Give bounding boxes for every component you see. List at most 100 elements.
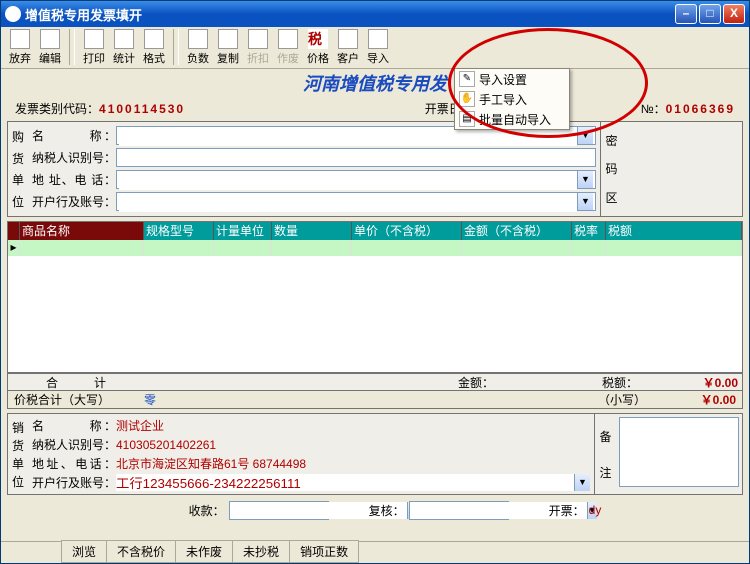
buyer-panel: 购货单位 名 称： ▼ 纳税人识别号： 地 址、电 话： ▼ 开户行及账号： ▼… xyxy=(7,121,743,217)
manual-import-item[interactable]: ✋手工导入 xyxy=(455,89,569,109)
page-title: 河南增值税专用发 xyxy=(1,69,749,100)
abandon-icon xyxy=(10,29,30,49)
password-area xyxy=(622,122,742,216)
seller-panel: 销货单位 名 称：测试企业 纳税人识别号：410305201402261 地址、… xyxy=(7,413,743,495)
window-frame: 增值税专用发票填开 – □ X 放弃 编辑 打印 统计 格式 负数 复制 折扣 … xyxy=(0,0,750,564)
amount-label: 金额： xyxy=(454,374,498,391)
close-button[interactable]: X xyxy=(723,4,745,24)
settings-icon: ✎ xyxy=(459,71,475,87)
memo-side-label: 备注 xyxy=(594,414,616,494)
seller-side-label: 销货单位 xyxy=(8,414,28,494)
code-label: 发票类别代码： xyxy=(15,100,99,117)
negative-icon xyxy=(188,29,208,49)
batch-import-item[interactable]: ▤批量自动导入 xyxy=(455,109,569,129)
buyer-bank-input[interactable]: ▼ xyxy=(116,192,596,211)
tax-value: ￥0.00 xyxy=(682,374,742,391)
col-price[interactable]: 单价（不含税） xyxy=(352,222,462,240)
issuer-value: dy xyxy=(589,503,602,517)
minimize-button[interactable]: – xyxy=(675,4,697,24)
chevron-down-icon[interactable]: ▼ xyxy=(577,193,593,210)
col-rate[interactable]: 税率 xyxy=(572,222,606,240)
bottom-tabs: 浏览 不含税价 未作废 未抄税 销项正数 xyxy=(1,541,749,563)
print-icon xyxy=(84,29,104,49)
customer-icon xyxy=(338,29,358,49)
import-dropdown: ✎导入设置 ✋手工导入 ▤批量自动导入 xyxy=(454,68,570,130)
edit-icon xyxy=(40,29,60,49)
titlebar[interactable]: 增值税专用发票填开 – □ X xyxy=(1,1,749,27)
customer-button[interactable]: 客户 xyxy=(333,29,363,67)
negative-button[interactable]: 负数 xyxy=(183,29,213,67)
window-title: 增值税专用发票填开 xyxy=(25,5,675,24)
col-tax[interactable]: 税额 xyxy=(606,222,742,240)
stat-button[interactable]: 统计 xyxy=(109,29,139,67)
issuer-label: 开票： xyxy=(549,502,585,519)
app-icon xyxy=(5,6,21,22)
invoice-code: 4100114530 xyxy=(99,102,185,116)
total-daxie-row: 价税合计（大写） 零 （小写） ￥0.00 xyxy=(7,391,743,409)
copy-icon xyxy=(218,29,238,49)
stat-icon xyxy=(114,29,134,49)
row-marker-icon: ▸ xyxy=(8,240,20,256)
tab-poscount[interactable]: 销项正数 xyxy=(289,540,359,563)
invoice-info-row: 发票类别代码： 4100114530 开票日 №： 01066369 xyxy=(1,100,749,121)
memo-input[interactable] xyxy=(619,417,739,487)
import-settings-item[interactable]: ✎导入设置 xyxy=(455,69,569,89)
tab-uncopy[interactable]: 未抄税 xyxy=(232,540,290,563)
payee-input[interactable]: ▼ xyxy=(229,501,329,520)
format-icon xyxy=(144,29,164,49)
totals-row: 合 计 金额： 税额： ￥0.00 xyxy=(7,373,743,391)
tab-unvoid[interactable]: 未作废 xyxy=(175,540,233,563)
items-grid[interactable]: 商品名称 规格型号 计量单位 数量 单价（不含税） 金额（不含税） 税率 税额 … xyxy=(7,221,743,373)
col-amount[interactable]: 金额（不含税） xyxy=(462,222,572,240)
discount-button[interactable]: 折扣 xyxy=(243,29,273,67)
buyer-taxid-input[interactable] xyxy=(116,148,596,167)
chevron-down-icon[interactable]: ▼ xyxy=(574,474,590,491)
seller-bank-input[interactable]: ▼ xyxy=(116,474,590,491)
buyer-taxid-label: 纳税人识别号： xyxy=(32,149,116,166)
seller-name: 测试企业 xyxy=(116,417,590,434)
discount-icon xyxy=(248,29,268,49)
void-icon xyxy=(278,29,298,49)
copy-button[interactable]: 复制 xyxy=(213,29,243,67)
col-unit[interactable]: 计量单位 xyxy=(214,222,272,240)
chevron-down-icon[interactable]: ▼ xyxy=(577,171,593,188)
chevron-down-icon[interactable]: ▼ xyxy=(577,127,593,144)
col-spec[interactable]: 规格型号 xyxy=(144,222,214,240)
buyer-addr-label: 地 址、电 话： xyxy=(32,171,116,188)
password-area-label: 密码区 xyxy=(600,122,622,216)
import-button[interactable]: 导入 xyxy=(363,29,393,67)
invoice-no: 01066369 xyxy=(666,102,735,116)
no-label: №： xyxy=(641,100,666,117)
seller-addr-label: 地址、电话： xyxy=(32,455,116,472)
buyer-addr-input[interactable]: ▼ xyxy=(116,170,596,189)
payee-label: 收款： xyxy=(189,502,225,519)
seller-taxid: 410305201402261 xyxy=(116,438,590,452)
tab-notax[interactable]: 不含税价 xyxy=(106,540,176,563)
tax-label: 税额： xyxy=(598,374,642,391)
price-button[interactable]: 税价格 xyxy=(303,29,333,67)
grid-row[interactable]: ▸ xyxy=(8,240,742,256)
grid-header: 商品名称 规格型号 计量单位 数量 单价（不含税） 金额（不含税） 税率 税额 xyxy=(8,222,742,240)
review-input[interactable]: ▼ xyxy=(409,501,509,520)
xiaoxie-label: （小写） xyxy=(592,391,652,408)
xiaoxie-value: ￥0.00 xyxy=(652,391,742,408)
edit-button[interactable]: 编辑 xyxy=(35,29,65,67)
tab-browse[interactable]: 浏览 xyxy=(61,540,107,563)
print-button[interactable]: 打印 xyxy=(79,29,109,67)
seller-name-label: 名 称： xyxy=(32,417,116,434)
col-name[interactable]: 商品名称 xyxy=(20,222,144,240)
format-button[interactable]: 格式 xyxy=(139,29,169,67)
toolbar: 放弃 编辑 打印 统计 格式 负数 复制 折扣 作废 税价格 客户 导入 xyxy=(1,27,749,69)
abandon-button[interactable]: 放弃 xyxy=(5,29,35,67)
daxie-label: 价税合计（大写） xyxy=(8,391,138,408)
void-button[interactable]: 作废 xyxy=(273,29,303,67)
maximize-button[interactable]: □ xyxy=(699,4,721,24)
buyer-bank-label: 开户行及账号： xyxy=(32,193,116,210)
import-icon xyxy=(368,29,388,49)
seller-bank-label: 开户行及账号： xyxy=(32,474,116,491)
review-label: 复核： xyxy=(369,502,405,519)
col-qty[interactable]: 数量 xyxy=(272,222,352,240)
manual-icon: ✋ xyxy=(459,91,475,107)
batch-icon: ▤ xyxy=(459,111,475,127)
buyer-side-label: 购货单位 xyxy=(8,122,28,216)
